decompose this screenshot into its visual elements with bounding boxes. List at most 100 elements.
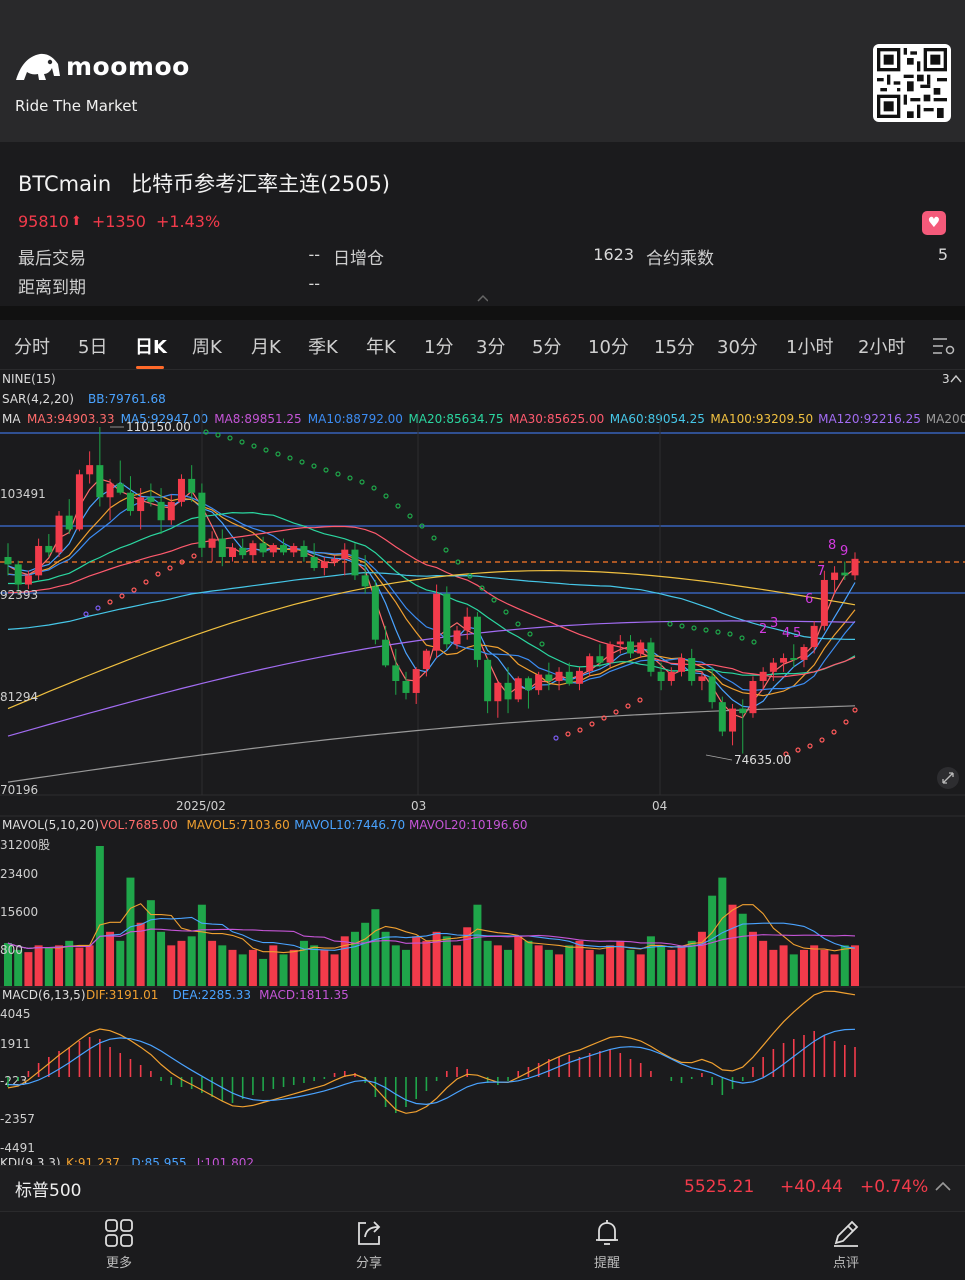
macd-tick-4: -2357 xyxy=(0,1112,35,1126)
tab-2hour[interactable]: 2小时 xyxy=(858,333,905,359)
volume-bar xyxy=(197,904,206,986)
pencil-icon xyxy=(834,1220,859,1247)
candle-body xyxy=(647,642,655,672)
volume-bar xyxy=(34,945,43,986)
volume-bar xyxy=(595,954,604,986)
volume-bar xyxy=(371,909,380,986)
vol-label: MAVOL(5,10,20) xyxy=(2,818,99,832)
macd-tick-5: -4491 xyxy=(0,1141,35,1155)
date-label-apr: 04 xyxy=(652,799,667,813)
stat-value-expiry: -- xyxy=(308,274,320,293)
volume-bar xyxy=(95,846,104,986)
index-price: 5525.21 xyxy=(684,1177,755,1197)
macd-legend: DIF:3191.01 DEA:2285.33 MACD:1811.35 xyxy=(86,988,349,1002)
candle-body xyxy=(86,465,94,475)
stat-value-last-trade: -- xyxy=(308,245,320,264)
candle-body xyxy=(759,671,767,682)
nav-alert[interactable]: 提醒 xyxy=(567,1214,647,1271)
tab-daily-k[interactable]: 日K xyxy=(135,333,167,359)
candle-body xyxy=(280,545,288,553)
volume-bar xyxy=(136,922,145,986)
candle-body xyxy=(524,678,532,691)
candle-body xyxy=(769,662,777,672)
volume-bar xyxy=(340,936,349,986)
candle-body xyxy=(198,492,206,548)
tab-monthly-k[interactable]: 月K xyxy=(251,333,281,359)
tab-3min[interactable]: 3分 xyxy=(476,333,505,359)
nav-more[interactable]: 更多 xyxy=(79,1214,159,1271)
tab-yearly-k[interactable]: 年K xyxy=(366,333,396,359)
ma-legend-item: MA60:89054.25 xyxy=(610,412,705,426)
sar-label: SAR(4,2,20) xyxy=(2,392,74,406)
nav-more-label: 更多 xyxy=(105,1256,132,1271)
price-change: +1350 xyxy=(91,212,146,231)
tab-5min[interactable]: 5分 xyxy=(532,333,561,359)
candle-body xyxy=(443,593,451,645)
stat-value-daily-oi: 1623 xyxy=(593,245,634,264)
candle-body xyxy=(331,558,339,562)
ma-legend-item: MA30:85625.00 xyxy=(509,412,604,426)
volume-bar xyxy=(677,945,686,986)
nine-count-6: 6 xyxy=(805,592,813,607)
candle-body xyxy=(504,682,512,700)
volume-bar xyxy=(330,954,339,986)
nav-comment[interactable]: 点评 xyxy=(806,1214,886,1271)
volume-bar xyxy=(585,949,594,986)
candle-body xyxy=(341,549,349,559)
volume-bar xyxy=(65,940,74,986)
tab-5day[interactable]: 5日 xyxy=(78,333,107,359)
stat-label-multiplier: 合约乘数 xyxy=(646,249,714,269)
volume-bar xyxy=(167,945,176,986)
fullscreen-icon[interactable] xyxy=(937,767,959,789)
candle-body xyxy=(657,671,665,682)
candle-body xyxy=(586,656,594,671)
candle-body xyxy=(494,682,502,702)
ma-legend-item: MA8:89851.25 xyxy=(214,412,302,426)
candle-body xyxy=(218,538,226,557)
tab-weekly-k[interactable]: 周K xyxy=(192,333,222,359)
volume-bar xyxy=(544,949,553,986)
tab-intraday[interactable]: 分时 xyxy=(14,333,50,359)
candle-body xyxy=(596,656,604,663)
kline-chart[interactable]: NINE(15) 3 SAR(4,2,20) BB:79761.68 MA MA… xyxy=(0,370,965,1165)
kdj-legend: K:91.237 D:85.955 J:101.802 xyxy=(66,1156,254,1165)
index-expand-chevron-icon[interactable] xyxy=(934,1179,952,1193)
candle-body xyxy=(45,545,53,553)
tab-1hour[interactable]: 1小时 xyxy=(786,333,833,359)
nav-share[interactable]: 分享 xyxy=(329,1214,409,1271)
candle-body xyxy=(575,670,583,684)
volume-bar xyxy=(769,949,778,986)
candle-body xyxy=(780,658,788,663)
favorite-heart-icon[interactable]: ♥ xyxy=(922,211,946,235)
macd-label: MACD(6,13,5) xyxy=(2,988,86,1002)
ma-legend-item: MA100:93209.50 xyxy=(710,412,813,426)
candle-body xyxy=(269,545,277,553)
brand-name: moomoo xyxy=(66,52,190,81)
volume-bar xyxy=(799,949,808,986)
candle-body xyxy=(841,572,849,576)
y-tick-92393: 92393 xyxy=(0,588,38,602)
ma-label: MA xyxy=(2,412,21,426)
tab-quarterly-k[interactable]: 季K xyxy=(308,333,338,359)
volume-bar xyxy=(412,936,421,986)
volume-bar xyxy=(391,945,400,986)
chart-settings-icon[interactable] xyxy=(930,334,956,358)
candle-body xyxy=(147,497,155,502)
volume-bar xyxy=(146,900,155,986)
vol-tick-3: 15600 xyxy=(0,905,38,919)
candle-body xyxy=(157,501,165,521)
volume-bar xyxy=(422,940,431,986)
brand-slogan: Ride The Market xyxy=(15,97,138,115)
tab-30min[interactable]: 30分 xyxy=(717,333,758,359)
candle-body xyxy=(208,538,216,548)
tab-10min[interactable]: 10分 xyxy=(588,333,629,359)
kdj-label: KDJ(9,3,3) xyxy=(0,1156,61,1165)
low-price-label: 74635.00 xyxy=(734,753,791,767)
candle-body xyxy=(290,545,298,553)
volume-bar xyxy=(381,931,390,986)
volume-bar xyxy=(779,945,788,986)
volume-bar xyxy=(55,945,64,986)
collapse-chevron-icon[interactable] xyxy=(476,293,488,305)
tab-15min[interactable]: 15分 xyxy=(654,333,695,359)
tab-1min[interactable]: 1分 xyxy=(424,333,453,359)
